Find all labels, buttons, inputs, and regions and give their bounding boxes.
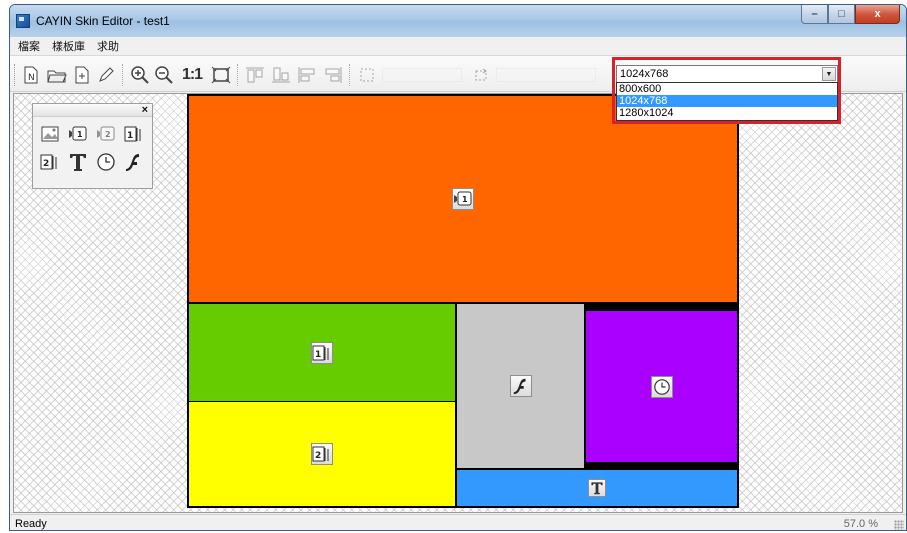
save-icon[interactable] xyxy=(72,64,92,86)
toolbar: N 1:1 1024x768 ▼ 800x600 1024x768 1280x1… xyxy=(10,56,906,121)
edit-icon[interactable] xyxy=(96,64,116,86)
toolbar-separator xyxy=(122,64,123,86)
minimize-button[interactable]: – xyxy=(801,5,828,24)
align-right-icon[interactable] xyxy=(322,64,344,86)
open-icon[interactable] xyxy=(46,64,68,86)
resolution-dropdown-list: 800x600 1024x768 1280x1024 xyxy=(616,82,838,121)
svg-text:1: 1 xyxy=(462,195,468,204)
resolution-selected-value: 1024x768 xyxy=(620,68,669,80)
align-bottom-icon[interactable] xyxy=(270,64,292,86)
rotate-icon[interactable] xyxy=(470,64,492,86)
media2-zone-icon[interactable]: 2 xyxy=(39,151,61,173)
toolbar-separator xyxy=(349,64,350,86)
zoom-in-icon[interactable] xyxy=(129,64,151,86)
media2-zone-icon: 2 xyxy=(311,443,333,465)
clock-zone-icon xyxy=(650,375,673,398)
flash-zone-icon xyxy=(509,375,532,397)
app-icon xyxy=(16,14,30,28)
svg-text:2: 2 xyxy=(43,159,49,169)
video-zone[interactable]: 1 xyxy=(189,96,737,302)
media1-zone-icon[interactable]: 1 xyxy=(123,123,145,145)
zoom-level: 57.0 % xyxy=(843,518,878,530)
menu-template-library[interactable]: 樣板庫 xyxy=(52,38,85,54)
media2-zone[interactable]: 2 xyxy=(189,402,455,506)
video1-zone-icon[interactable]: 1 xyxy=(67,123,89,145)
zoom-out-icon[interactable] xyxy=(153,64,175,86)
toolbar-separator xyxy=(237,64,238,86)
video1-zone-icon: 1 xyxy=(452,188,474,210)
window-title: CAYIN Skin Editor - test1 xyxy=(36,14,170,28)
svg-text:1: 1 xyxy=(315,350,321,360)
align-top-icon[interactable] xyxy=(244,64,266,86)
resolution-option-800x600[interactable]: 800x600 xyxy=(617,83,837,95)
clock-zone[interactable] xyxy=(586,311,737,462)
svg-text:2: 2 xyxy=(105,130,111,139)
video2-zone-icon[interactable]: 2 xyxy=(95,123,117,145)
align-left-icon[interactable] xyxy=(296,64,318,86)
media1-zone[interactable]: 1 xyxy=(189,304,455,401)
status-bar: Ready 57.0 % xyxy=(10,514,906,530)
layout-canvas[interactable]: 1 1 2 xyxy=(187,94,739,508)
title-bar[interactable]: CAYIN Skin Editor - test1 – □ x xyxy=(10,5,906,37)
menu-bar: 檔案 樣板庫 求助 xyxy=(10,37,906,56)
text-zone-icon[interactable] xyxy=(67,151,89,173)
image-zone-icon[interactable] xyxy=(39,123,61,145)
app-window: CAYIN Skin Editor - test1 – □ x 檔案 樣板庫 求… xyxy=(9,4,907,531)
status-text: Ready xyxy=(15,518,47,530)
resolution-option-1024x768[interactable]: 1024x768 xyxy=(617,95,837,107)
fit-icon[interactable] xyxy=(210,64,232,86)
svg-text:1: 1 xyxy=(77,130,83,139)
palette-header[interactable]: × xyxy=(33,104,152,117)
resolution-select[interactable]: 1024x768 ▼ xyxy=(616,65,838,83)
window-controls: – □ x xyxy=(801,5,900,25)
svg-text:2: 2 xyxy=(315,451,321,461)
svg-text:N: N xyxy=(28,73,35,83)
toolbar-grip[interactable] xyxy=(14,64,17,86)
text-zone[interactable] xyxy=(457,470,737,506)
tool-palette: × 1 2 1 2 xyxy=(32,103,153,189)
resolution-option-1280x1024[interactable]: 1280x1024 xyxy=(617,107,837,119)
design-workspace[interactable]: × 1 2 1 2 1 1 2 xyxy=(13,93,903,513)
close-button[interactable]: x xyxy=(855,5,900,24)
actual-size-icon[interactable]: 1:1 xyxy=(178,64,206,86)
palette-close-icon[interactable]: × xyxy=(142,104,148,116)
resize-grip[interactable] xyxy=(894,520,904,530)
svg-text:1: 1 xyxy=(127,131,133,141)
menu-help[interactable]: 求助 xyxy=(97,38,119,54)
grid-icon[interactable] xyxy=(356,64,378,86)
media1-zone-icon: 1 xyxy=(311,341,333,364)
maximize-button[interactable]: □ xyxy=(828,5,855,24)
clock-zone-icon[interactable] xyxy=(95,151,117,173)
menu-file[interactable]: 檔案 xyxy=(18,38,40,54)
flash-zone-icon[interactable] xyxy=(123,151,145,173)
chevron-down-icon[interactable]: ▼ xyxy=(822,67,836,81)
toolbar-disabled-field xyxy=(382,68,462,82)
toolbar-disabled-field xyxy=(496,68,596,82)
flash-zone[interactable] xyxy=(457,304,584,468)
new-icon[interactable]: N xyxy=(22,64,40,86)
text-zone-icon xyxy=(588,479,606,497)
